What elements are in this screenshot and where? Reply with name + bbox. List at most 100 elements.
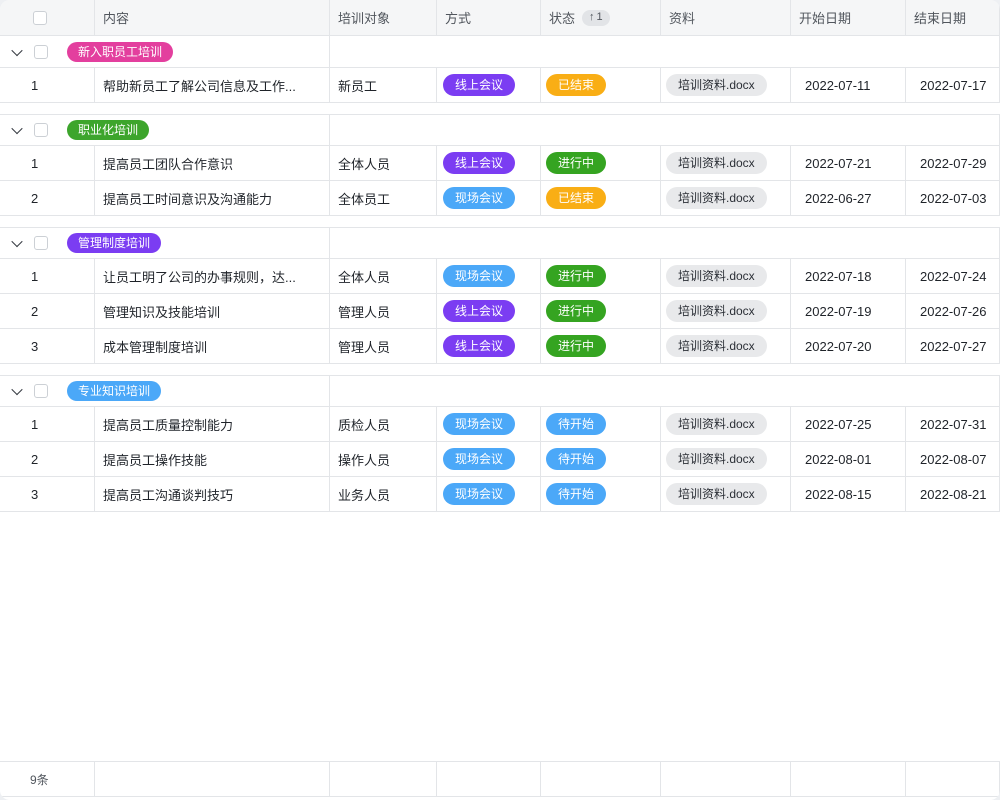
- attachment-chip[interactable]: 培训资料.docx: [666, 483, 767, 505]
- row-number: 3: [31, 487, 38, 502]
- cell-text: 2022-07-18: [805, 269, 872, 284]
- cell-target[interactable]: 管理人员: [330, 294, 437, 328]
- cell-start-date[interactable]: 2022-06-27: [791, 181, 906, 215]
- cell-method[interactable]: 线上会议: [437, 329, 541, 363]
- cell-content[interactable]: 让员工明了公司的办事规则，达...: [95, 259, 330, 293]
- cell-material[interactable]: 培训资料.docx: [661, 442, 791, 476]
- cell-text: 提高员工时间意识及沟通能力: [103, 189, 272, 208]
- cell-text: 2022-07-17: [920, 78, 987, 93]
- cell-material[interactable]: 培训资料.docx: [661, 407, 791, 441]
- group-checkbox[interactable]: [34, 236, 48, 250]
- cell-target[interactable]: 全体人员: [330, 146, 437, 180]
- attachment-chip[interactable]: 培训资料.docx: [666, 265, 767, 287]
- cell-method[interactable]: 线上会议: [437, 68, 541, 102]
- cell-target[interactable]: 管理人员: [330, 329, 437, 363]
- cell-status[interactable]: 已结束: [541, 181, 661, 215]
- cell-status[interactable]: 进行中: [541, 294, 661, 328]
- cell-start-date[interactable]: 2022-07-19: [791, 294, 906, 328]
- cell-content[interactable]: 提高员工团队合作意识: [95, 146, 330, 180]
- cell-status[interactable]: 进行中: [541, 259, 661, 293]
- chevron-down-icon[interactable]: [11, 236, 22, 247]
- cell-end-date[interactable]: 2022-08-21: [906, 477, 1000, 511]
- column-header-label: 培训对象: [338, 8, 390, 27]
- group-checkbox[interactable]: [34, 123, 48, 137]
- cell-material[interactable]: 培训资料.docx: [661, 146, 791, 180]
- attachment-chip[interactable]: 培训资料.docx: [666, 74, 767, 96]
- chevron-down-icon[interactable]: [11, 44, 22, 55]
- chevron-down-icon[interactable]: [11, 123, 22, 134]
- attachment-chip[interactable]: 培训资料.docx: [666, 413, 767, 435]
- cell-end-date[interactable]: 2022-07-17: [906, 68, 1000, 102]
- cell-end-date[interactable]: 2022-07-29: [906, 146, 1000, 180]
- cell-status[interactable]: 进行中: [541, 146, 661, 180]
- cell-end-date[interactable]: 2022-07-31: [906, 407, 1000, 441]
- attachment-chip[interactable]: 培训资料.docx: [666, 152, 767, 174]
- cell-status[interactable]: 待开始: [541, 442, 661, 476]
- cell-material[interactable]: 培训资料.docx: [661, 329, 791, 363]
- column-header-material[interactable]: 资料: [661, 0, 791, 35]
- chevron-down-icon[interactable]: [11, 384, 22, 395]
- cell-target[interactable]: 新员工: [330, 68, 437, 102]
- cell-end-date[interactable]: 2022-07-26: [906, 294, 1000, 328]
- footer-cell: [906, 762, 1000, 796]
- attachment-chip[interactable]: 培训资料.docx: [666, 448, 767, 470]
- cell-start-date[interactable]: 2022-08-15: [791, 477, 906, 511]
- cell-target[interactable]: 业务人员: [330, 477, 437, 511]
- cell-content[interactable]: 提高员工沟通谈判技巧: [95, 477, 330, 511]
- cell-material[interactable]: 培训资料.docx: [661, 477, 791, 511]
- cell-end-date[interactable]: 2022-07-24: [906, 259, 1000, 293]
- cell-text: 成本管理制度培训: [103, 337, 207, 356]
- cell-content[interactable]: 提高员工质量控制能力: [95, 407, 330, 441]
- column-header-start-date[interactable]: 开始日期: [791, 0, 906, 35]
- cell-content[interactable]: 帮助新员工了解公司信息及工作...: [95, 68, 330, 102]
- group-checkbox[interactable]: [34, 45, 48, 59]
- cell-end-date[interactable]: 2022-08-07: [906, 442, 1000, 476]
- sort-badge[interactable]: ↑ 1: [582, 10, 610, 26]
- row-number-cell: 1: [0, 407, 95, 441]
- cell-content[interactable]: 成本管理制度培训: [95, 329, 330, 363]
- column-header-content[interactable]: 内容: [95, 0, 330, 35]
- cell-material[interactable]: 培训资料.docx: [661, 68, 791, 102]
- cell-end-date[interactable]: 2022-07-27: [906, 329, 1000, 363]
- cell-material[interactable]: 培训资料.docx: [661, 259, 791, 293]
- cell-start-date[interactable]: 2022-07-18: [791, 259, 906, 293]
- cell-start-date[interactable]: 2022-07-11: [791, 68, 906, 102]
- cell-method[interactable]: 线上会议: [437, 294, 541, 328]
- cell-start-date[interactable]: 2022-07-20: [791, 329, 906, 363]
- cell-method[interactable]: 现场会议: [437, 442, 541, 476]
- cell-status[interactable]: 进行中: [541, 329, 661, 363]
- column-header-target[interactable]: 培训对象: [330, 0, 437, 35]
- select-all-checkbox[interactable]: [33, 11, 47, 25]
- cell-content[interactable]: 提高员工时间意识及沟通能力: [95, 181, 330, 215]
- cell-method[interactable]: 现场会议: [437, 259, 541, 293]
- column-header-method[interactable]: 方式: [437, 0, 541, 35]
- cell-start-date[interactable]: 2022-07-25: [791, 407, 906, 441]
- cell-method[interactable]: 现场会议: [437, 407, 541, 441]
- cell-start-date[interactable]: 2022-07-21: [791, 146, 906, 180]
- cell-status[interactable]: 待开始: [541, 477, 661, 511]
- cell-text: 操作人员: [338, 450, 390, 469]
- cell-start-date[interactable]: 2022-08-01: [791, 442, 906, 476]
- column-header-end-date[interactable]: 结束日期: [906, 0, 1000, 35]
- cell-method[interactable]: 现场会议: [437, 477, 541, 511]
- cell-material[interactable]: 培训资料.docx: [661, 294, 791, 328]
- column-header-status[interactable]: 状态 ↑ 1: [541, 0, 661, 35]
- status-pill: 待开始: [546, 483, 606, 505]
- attachment-chip[interactable]: 培训资料.docx: [666, 300, 767, 322]
- cell-target[interactable]: 质检人员: [330, 407, 437, 441]
- cell-text: 2022-07-26: [920, 304, 987, 319]
- cell-material[interactable]: 培训资料.docx: [661, 181, 791, 215]
- cell-status[interactable]: 已结束: [541, 68, 661, 102]
- cell-method[interactable]: 线上会议: [437, 146, 541, 180]
- cell-content[interactable]: 提高员工操作技能: [95, 442, 330, 476]
- cell-status[interactable]: 待开始: [541, 407, 661, 441]
- cell-method[interactable]: 现场会议: [437, 181, 541, 215]
- cell-end-date[interactable]: 2022-07-03: [906, 181, 1000, 215]
- cell-target[interactable]: 全体人员: [330, 259, 437, 293]
- attachment-chip[interactable]: 培训资料.docx: [666, 187, 767, 209]
- attachment-chip[interactable]: 培训资料.docx: [666, 335, 767, 357]
- cell-target[interactable]: 操作人员: [330, 442, 437, 476]
- cell-target[interactable]: 全体员工: [330, 181, 437, 215]
- cell-content[interactable]: 管理知识及技能培训: [95, 294, 330, 328]
- group-checkbox[interactable]: [34, 384, 48, 398]
